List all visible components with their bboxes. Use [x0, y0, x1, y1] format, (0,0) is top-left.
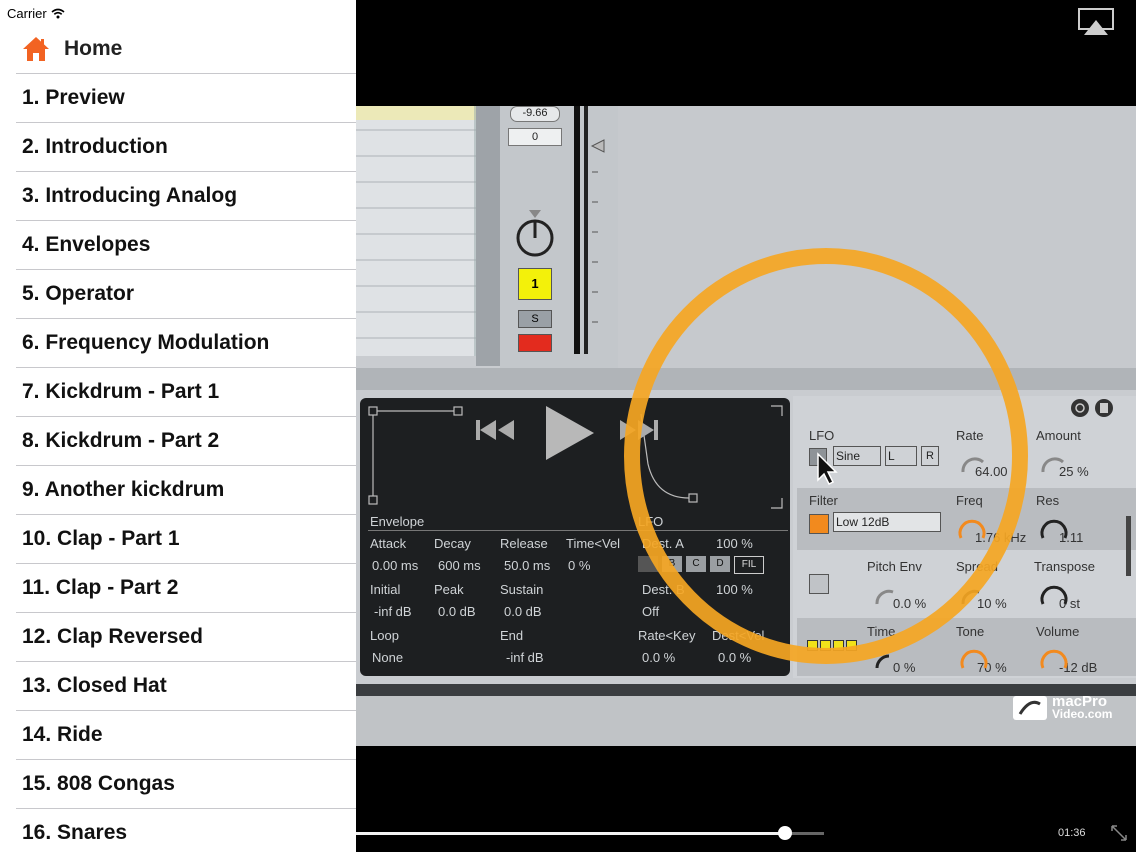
playback-bar: 01:36: [356, 816, 1136, 852]
lesson-item-15[interactable]: 15. 808 Congas: [16, 760, 356, 809]
initial-value[interactable]: -inf dB: [374, 604, 412, 619]
loop-label: Loop: [370, 628, 399, 643]
lesson-item-3[interactable]: 3. Introducing Analog: [16, 172, 356, 221]
video-frame: -9.66 0 1 S Envelope Attack Decay Releas…: [356, 106, 1136, 746]
release-label: Release: [500, 536, 548, 551]
rewind-icon[interactable]: [474, 416, 518, 444]
lesson-item-10[interactable]: 10. Clap - Part 1: [16, 515, 356, 564]
track-list: [356, 106, 476, 356]
peak-label: Peak: [434, 582, 464, 597]
release-value[interactable]: 50.0 ms: [504, 558, 550, 573]
sustain-label: Sustain: [500, 582, 544, 597]
lesson-item-11[interactable]: 11. Clap - Part 2: [16, 564, 356, 613]
lesson-item-2[interactable]: 2. Introduction: [16, 123, 356, 172]
fullscreen-icon[interactable]: [1110, 824, 1128, 842]
end-value[interactable]: -inf dB: [506, 650, 544, 665]
track-activator-button[interactable]: 1: [518, 268, 552, 300]
carrier-label: Carrier: [7, 6, 47, 21]
lesson-list: 1. Preview 2. Introduction 3. Introducin…: [16, 74, 356, 852]
sustain-value[interactable]: 0.0 dB: [504, 604, 542, 619]
play-icon[interactable]: [542, 404, 596, 462]
wifi-icon: [51, 8, 65, 19]
peak-value[interactable]: 0.0 dB: [438, 604, 476, 619]
logo-line-2: Video.com: [1052, 707, 1113, 721]
lesson-item-7[interactable]: 7. Kickdrum - Part 1: [16, 368, 356, 417]
home-icon: [23, 37, 49, 61]
loop-select[interactable]: None: [372, 650, 403, 665]
end-label: End: [500, 628, 524, 643]
airplay-icon[interactable]: [1078, 8, 1114, 36]
lesson-item-14[interactable]: 14. Ride: [16, 711, 356, 760]
mixer-strip: -9.66 0 1 S: [500, 106, 618, 368]
decay-value[interactable]: 600 ms: [438, 558, 481, 573]
lesson-item-1[interactable]: 1. Preview: [16, 74, 356, 123]
timevel-label: Time<Vel: [566, 536, 621, 551]
value-box: 0: [508, 128, 562, 146]
initial-label: Initial: [370, 582, 401, 597]
elapsed-time: 01:36: [1058, 827, 1086, 839]
lesson-item-6[interactable]: 6. Frequency Modulation: [16, 319, 356, 368]
video-player[interactable]: -9.66 0 1 S Envelope Attack Decay Releas…: [356, 0, 1136, 852]
attack-value[interactable]: 0.00 ms: [372, 558, 418, 573]
lesson-item-12[interactable]: 12. Clap Reversed: [16, 613, 356, 662]
home-row[interactable]: Home: [16, 25, 356, 74]
lesson-item-9[interactable]: 9. Another kickdrum: [16, 466, 356, 515]
timevel-value[interactable]: 0 %: [568, 558, 590, 573]
scrubber-handle[interactable]: [778, 826, 792, 840]
lesson-item-16[interactable]: 16. Snares: [16, 809, 356, 852]
envelope-title: Envelope: [370, 514, 425, 529]
attack-label: Attack: [370, 536, 407, 551]
lesson-item-13[interactable]: 13. Closed Hat: [16, 662, 356, 711]
lesson-item-5[interactable]: 5. Operator: [16, 270, 356, 319]
lesson-item-8[interactable]: 8. Kickdrum - Part 2: [16, 417, 356, 466]
decay-label: Decay: [434, 536, 471, 551]
lesson-item-4[interactable]: 4. Envelopes: [16, 221, 356, 270]
mouse-cursor-icon: [817, 452, 838, 486]
arm-button[interactable]: [518, 334, 552, 352]
progress-played: [356, 832, 786, 835]
home-label: Home: [64, 37, 123, 60]
macprovideo-logo-icon: [1013, 696, 1047, 720]
sidebar: Carrier Home 1. Preview 2. Introduction …: [0, 0, 356, 852]
pan-knob-icon[interactable]: [514, 210, 556, 258]
status-bar: Carrier: [7, 6, 65, 21]
solo-button[interactable]: S: [518, 310, 552, 328]
db-readout: -9.66: [510, 106, 560, 122]
macprovideo-logo: macPro Video.com: [1012, 694, 1112, 722]
